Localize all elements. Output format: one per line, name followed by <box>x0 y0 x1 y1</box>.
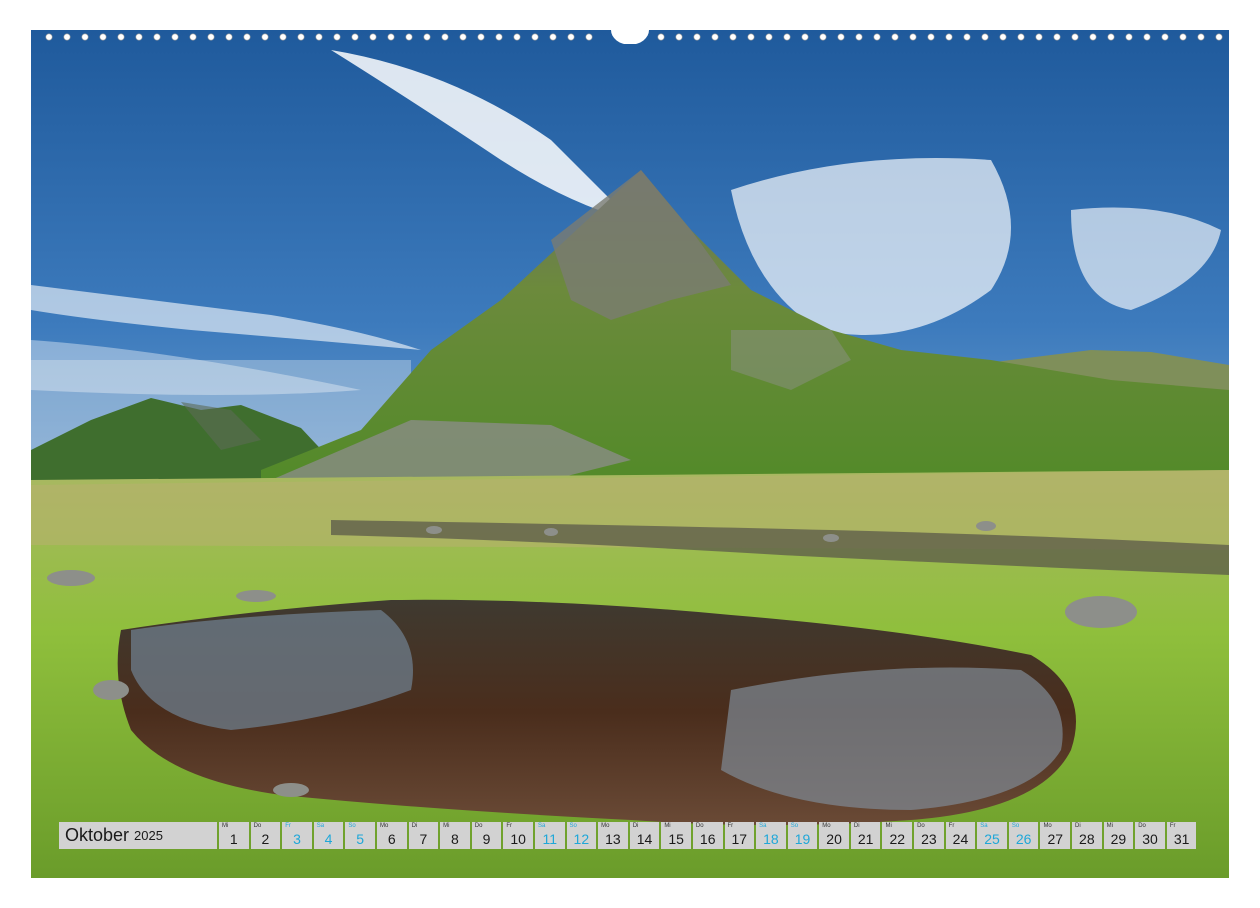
day-number: 2 <box>261 831 270 847</box>
spiral-binding <box>45 30 1223 44</box>
weekday-label: Do <box>917 823 925 829</box>
day-number: 13 <box>605 831 621 847</box>
weekday-label: So <box>790 823 799 829</box>
day-cell: Do 9 <box>471 822 502 849</box>
day-number: 4 <box>324 831 333 847</box>
weekday-label: Mi <box>664 823 671 829</box>
day-number: 27 <box>1047 831 1064 847</box>
day-number: 11 <box>542 831 557 847</box>
day-number: 19 <box>794 831 811 847</box>
day-cell: Do 23 <box>914 822 944 849</box>
day-number: 25 <box>984 831 1000 847</box>
weekday-label: Di <box>632 823 639 829</box>
day-number: 14 <box>636 831 653 847</box>
day-number: 17 <box>731 831 748 847</box>
day-cell: Di 28 <box>1072 822 1102 849</box>
weekday-label: Do <box>474 823 483 829</box>
weekday-label: So <box>348 823 356 829</box>
day-number: 28 <box>1079 831 1095 847</box>
weekday-label: Mo <box>601 823 610 829</box>
day-number: 8 <box>451 831 459 847</box>
day-number: 15 <box>668 831 684 847</box>
day-cell: Fr 3 <box>282 822 312 849</box>
weekday-label: Mo <box>1043 823 1052 829</box>
weekday-label: Mi <box>443 823 450 829</box>
weekday-label: Sa <box>980 823 988 829</box>
day-number: 7 <box>419 831 428 847</box>
weekday-label: Fr <box>285 823 291 829</box>
day-cell: Fr 24 <box>945 822 976 849</box>
weekday-label: Mo <box>822 823 831 829</box>
weekday-label: Do <box>695 823 704 829</box>
day-number: 6 <box>387 831 396 847</box>
weekday-label: Do <box>1138 823 1146 829</box>
day-number: 12 <box>573 831 590 847</box>
day-number: 9 <box>482 831 491 847</box>
day-cell: Mi 29 <box>1103 822 1134 849</box>
month-year: 2025 <box>134 828 163 843</box>
day-number: 21 <box>857 831 874 847</box>
day-cell: Mo 13 <box>598 822 628 849</box>
day-cell: Sa 11 <box>534 822 565 849</box>
day-number: 30 <box>1142 831 1158 847</box>
day-number: 18 <box>763 831 779 847</box>
weekday-label: Sa <box>759 823 767 829</box>
day-number: 5 <box>356 831 365 847</box>
day-number: 29 <box>1110 831 1127 847</box>
day-cell: Do 2 <box>250 822 281 849</box>
day-number: 1 <box>229 831 238 847</box>
day-cell: Di 14 <box>629 822 660 849</box>
weekday-label: Mo <box>379 823 389 829</box>
month-label: Oktober 2025 <box>59 822 217 849</box>
day-cell: Mo 6 <box>376 822 407 849</box>
weekday-label: So <box>569 823 577 829</box>
weekday-label: Sa <box>537 823 546 829</box>
day-cell: Do 30 <box>1135 822 1165 849</box>
day-cell: Mi 1 <box>219 822 249 849</box>
day-cell: Mi 8 <box>440 822 470 849</box>
weekday-label: Mi <box>222 823 229 829</box>
weekday-label: Fr <box>727 823 734 829</box>
landscape-photo <box>31 30 1229 878</box>
weekday-label: Mi <box>1106 823 1113 829</box>
day-number: 10 <box>510 831 526 847</box>
weekday-label: Di <box>1075 823 1081 829</box>
weekday-label: Do <box>253 823 262 829</box>
day-cell: Sa 4 <box>313 822 344 849</box>
day-number: 23 <box>921 831 937 847</box>
day-cell: Sa 18 <box>756 822 786 849</box>
day-number: 26 <box>1015 831 1032 847</box>
day-number: 22 <box>889 831 906 847</box>
month-name: Oktober <box>65 825 130 845</box>
day-cell: Sa 25 <box>977 822 1007 849</box>
weekday-label: So <box>1011 823 1020 829</box>
day-cell: Mo 27 <box>1040 822 1071 849</box>
calendar-strip: Oktober 2025 Mi 1 Do 2 Fr 3 Sa 4 So 5 Mo 6 Di 7 Mi 8 Do 9… <box>59 822 1197 849</box>
day-number: 20 <box>826 831 842 847</box>
weekday-label: Fr <box>1169 823 1176 829</box>
day-cell: Fr 17 <box>724 822 755 849</box>
weekday-label: Mi <box>885 823 892 829</box>
day-cell: Mi 15 <box>661 822 691 849</box>
weekday-label: Fr <box>506 823 513 829</box>
day-number: 31 <box>1173 831 1190 847</box>
weekday-label: Di <box>853 823 860 829</box>
day-cell: Di 7 <box>408 822 439 849</box>
day-cell: Do 16 <box>692 822 723 849</box>
day-cell: Fr 31 <box>1166 822 1197 849</box>
day-number: 3 <box>293 831 301 847</box>
day-cell: So 12 <box>566 822 597 849</box>
day-number: 16 <box>699 831 716 847</box>
weekday-label: Di <box>411 823 418 829</box>
day-cell: So 26 <box>1008 822 1039 849</box>
day-cell: Di 21 <box>850 822 881 849</box>
day-cell: Mi 22 <box>882 822 913 849</box>
weekday-label: Fr <box>948 823 955 829</box>
day-number: 24 <box>952 831 969 847</box>
day-cell: Fr 10 <box>503 822 533 849</box>
day-cell: So 19 <box>787 822 818 849</box>
day-cell: Mo 20 <box>819 822 849 849</box>
weekday-label: Sa <box>316 823 325 829</box>
day-cell: So 5 <box>345 822 375 849</box>
